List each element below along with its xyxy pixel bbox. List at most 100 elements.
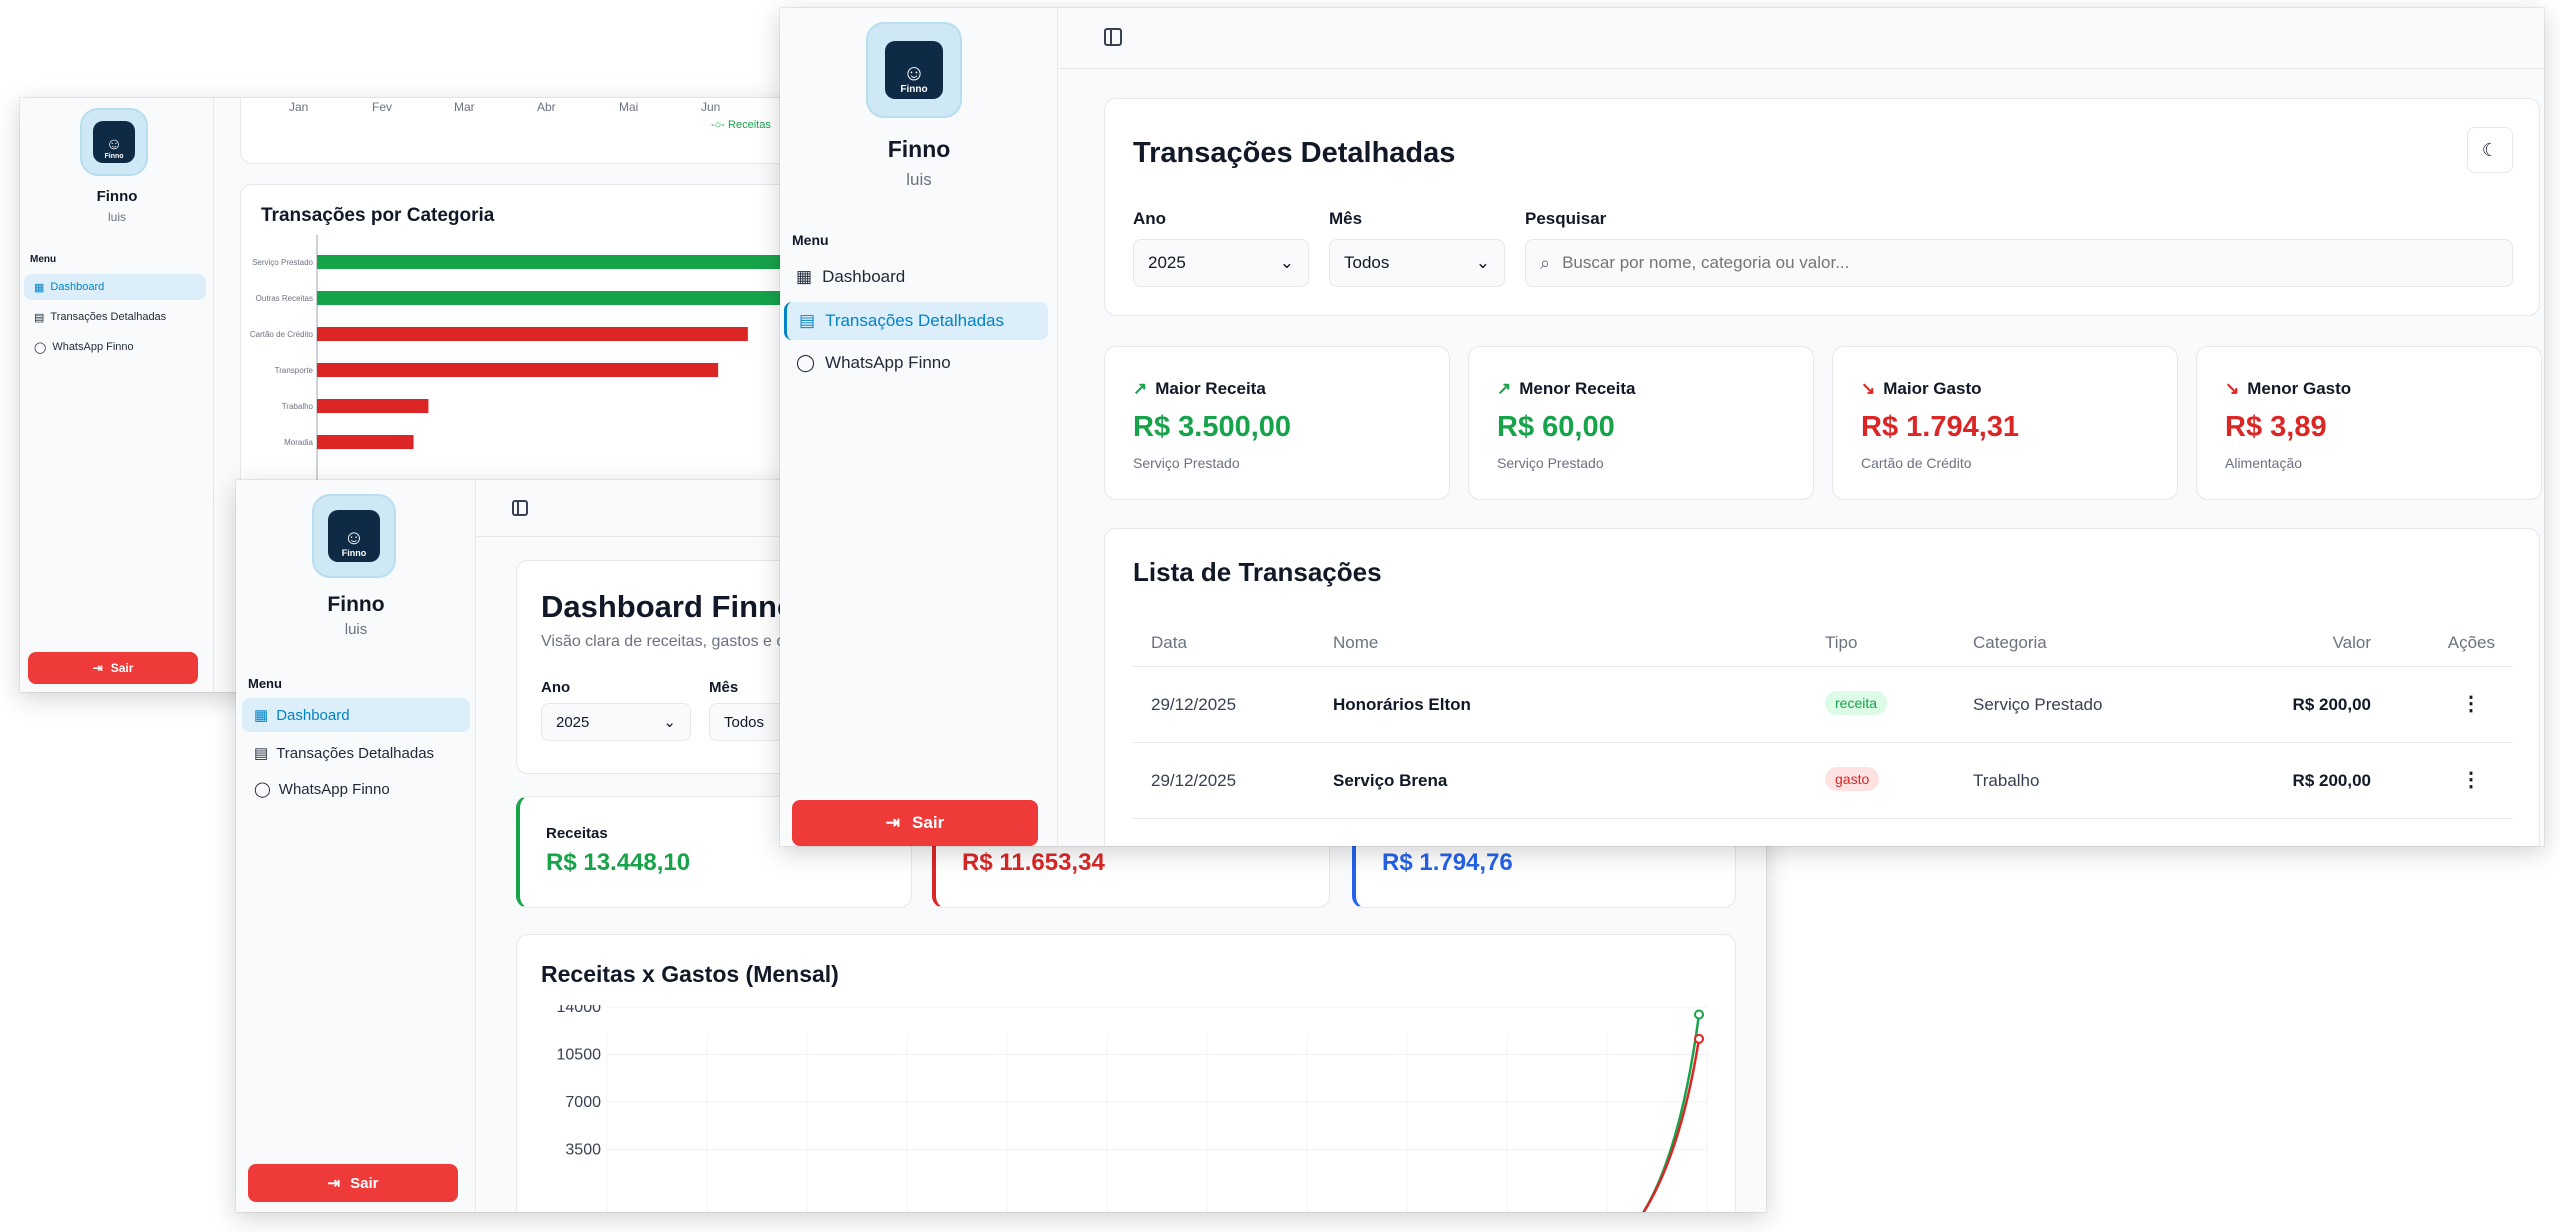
menu-heading: Menu <box>792 232 829 248</box>
sidebar-item-transacoes[interactable]: ▤ Transações Detalhadas <box>784 302 1048 340</box>
search-label: Pesquisar <box>1525 209 1607 228</box>
category-bar[interactable] <box>317 327 748 341</box>
cell-value: R$ 200,00 <box>2292 771 2371 790</box>
col-nome: Nome <box>1333 633 1379 652</box>
series-line <box>1642 1038 1701 1212</box>
summary-label: Receitas <box>546 825 608 842</box>
table-row[interactable]: 29/12/2025 Honorários Elton receita Serv… <box>1133 667 2513 743</box>
logout-button[interactable]: ⇥ Sair <box>792 800 1038 846</box>
category-bar[interactable] <box>317 363 719 377</box>
col-tipo: Tipo <box>1825 633 1858 652</box>
cell-category: Serviço Prestado <box>1973 695 2103 714</box>
stat-card-menor-gasto: ↘ Menor Gasto R$ 3,89 Alimentação <box>2196 346 2542 500</box>
y-tick-label: 3500 <box>565 1142 601 1159</box>
file-icon: ▤ <box>34 311 45 324</box>
chevron-down-icon: ⌄ <box>1279 253 1294 272</box>
logout-icon: ⇥ <box>327 1175 341 1192</box>
transactions-window: ☺ Finno Finno luis Menu ▦ Dashboard ▤ Trans… <box>780 8 2544 846</box>
monthly-chart-title: Receitas x Gastos (Mensal) <box>541 961 839 987</box>
list-title: Lista de Transações <box>1133 557 1382 587</box>
file-icon: ▤ <box>254 745 269 762</box>
stat-card-maior-receita: ↗ Maior Receita R$ 3.500,00 Serviço Prest… <box>1104 346 1450 500</box>
col-valor: Valor <box>2332 633 2371 652</box>
page-subtitle: Visão clara de receitas, gastos e c <box>541 633 785 650</box>
chat-icon: ◯ <box>34 341 47 354</box>
series-point[interactable] <box>1694 1009 1704 1020</box>
series-point[interactable] <box>1694 1033 1704 1044</box>
legend-receitas: -○- Receitas <box>711 119 771 131</box>
brand-name: Finno <box>96 188 138 205</box>
category-bar[interactable] <box>317 255 800 269</box>
search-input[interactable] <box>1562 253 2463 273</box>
category-tick-label: Trabalho <box>282 402 314 411</box>
monthly-line-chart: 14000 10500 7000 3500 <box>557 1005 1708 1212</box>
more-vertical-icon[interactable]: ⋮ <box>2461 691 2481 716</box>
series-line <box>1642 1014 1701 1212</box>
page-title: Dashboard Finno <box>541 589 796 624</box>
theme-toggle-button[interactable]: ☾ <box>2467 127 2513 173</box>
stat-card-menor-receita: ↗ Menor Receita R$ 60,00 Serviço Prestado <box>1468 346 1814 500</box>
cell-date: 29/12/2025 <box>1151 771 1237 790</box>
chevron-down-icon: ⌄ <box>1475 253 1490 272</box>
sidebar-toggle-icon[interactable] <box>1104 28 1122 46</box>
logout-button[interactable]: ⇥ Sair <box>248 1164 458 1202</box>
stat-subtitle: Serviço Prestado <box>1133 455 1240 471</box>
logout-icon: ⇥ <box>92 661 103 675</box>
col-data: Data <box>1151 633 1187 652</box>
menu-heading: Menu <box>248 676 282 691</box>
logout-button[interactable]: ⇥ Sair <box>28 652 198 684</box>
sidebar-item-whatsapp[interactable]: ◯ WhatsApp Finno <box>242 772 470 806</box>
brand-name: Finno <box>327 593 385 616</box>
category-bar[interactable] <box>317 399 429 413</box>
search-field[interactable]: ⌕ <box>1525 239 2513 287</box>
month-select[interactable]: Todos⌄ <box>1329 239 1505 287</box>
moon-icon: ☾ <box>2481 139 2499 160</box>
sidebar-item-transacoes[interactable]: ▤ Transações Detalhadas <box>242 736 470 770</box>
month-tick: Fev <box>372 100 393 114</box>
sidebar-toggle-icon[interactable] <box>512 500 528 516</box>
sidebar-item-dashboard[interactable]: ▦ Dashboard <box>784 258 1048 296</box>
sidebar-item-whatsapp[interactable]: ◯ WhatsApp Finno <box>784 344 1048 382</box>
col-categoria: Categoria <box>1973 633 2047 652</box>
transactions-header-card: Transações Detalhadas ☾ Ano 2025 ⌄ Mês To… <box>1104 98 2540 316</box>
stat-value: R$ 3.500,00 <box>1133 411 1292 443</box>
month-label: Mês <box>709 679 739 696</box>
stat-value: R$ 60,00 <box>1497 411 1615 443</box>
year-select[interactable]: 2025 ⌄ <box>1133 239 1309 287</box>
summary-value: R$ 13.448,10 <box>546 849 691 876</box>
menu-heading: Menu <box>30 254 57 265</box>
trending-up-icon: ↗ <box>1497 379 1512 398</box>
month-tick: Mar <box>454 100 475 114</box>
category-bar[interactable] <box>317 435 414 449</box>
type-badge: gasto <box>1825 767 1880 791</box>
brand-name: Finno <box>887 136 951 162</box>
summary-value: R$ 1.794,76 <box>1382 849 1513 876</box>
col-acoes: Ações <box>2447 633 2495 652</box>
robot-icon: ☺ <box>902 60 926 85</box>
user-name: luis <box>906 170 932 189</box>
y-tick-label: 7000 <box>565 1094 601 1111</box>
cell-name: Serviço Brena <box>1333 771 1448 790</box>
user-name: luis <box>107 210 126 224</box>
table-header: Data Nome Tipo Categoria Valor Ações <box>1133 617 2513 667</box>
more-vertical-icon[interactable]: ⋮ <box>2461 767 2481 792</box>
grid-icon: ▦ <box>796 267 813 286</box>
user-name: luis <box>344 621 368 638</box>
table-row[interactable]: 29/12/2025 Serviço Brena gasto Trabalho … <box>1133 743 2513 819</box>
logo: ☺ Finno <box>312 494 396 578</box>
logout-icon: ⇥ <box>885 813 901 832</box>
category-bar[interactable] <box>317 291 800 305</box>
month-tick: Mai <box>619 100 639 114</box>
trending-down-icon: ↘ <box>1861 379 1876 398</box>
trending-up-icon: ↗ <box>1133 379 1148 398</box>
sidebar-item-dashboard[interactable]: ▦ Dashboard <box>242 698 470 732</box>
year-label: Ano <box>1133 209 1167 228</box>
chevron-down-icon: ⌄ <box>663 714 676 731</box>
robot-icon: ☺ <box>105 136 123 153</box>
sidebar-item-whatsapp[interactable]: ◯ WhatsApp Finno <box>24 334 206 360</box>
sidebar: ☺ Finno Finno luis Menu ▦ Dashboard ▤ Trans… <box>20 98 214 692</box>
sidebar-item-transacoes[interactable]: ▤ Transações Detalhadas <box>24 304 206 330</box>
year-select[interactable]: 2025 ⌄ <box>541 703 691 741</box>
stat-value: R$ 3,89 <box>2225 411 2327 443</box>
sidebar-item-dashboard[interactable]: ▦ Dashboard <box>24 274 206 300</box>
